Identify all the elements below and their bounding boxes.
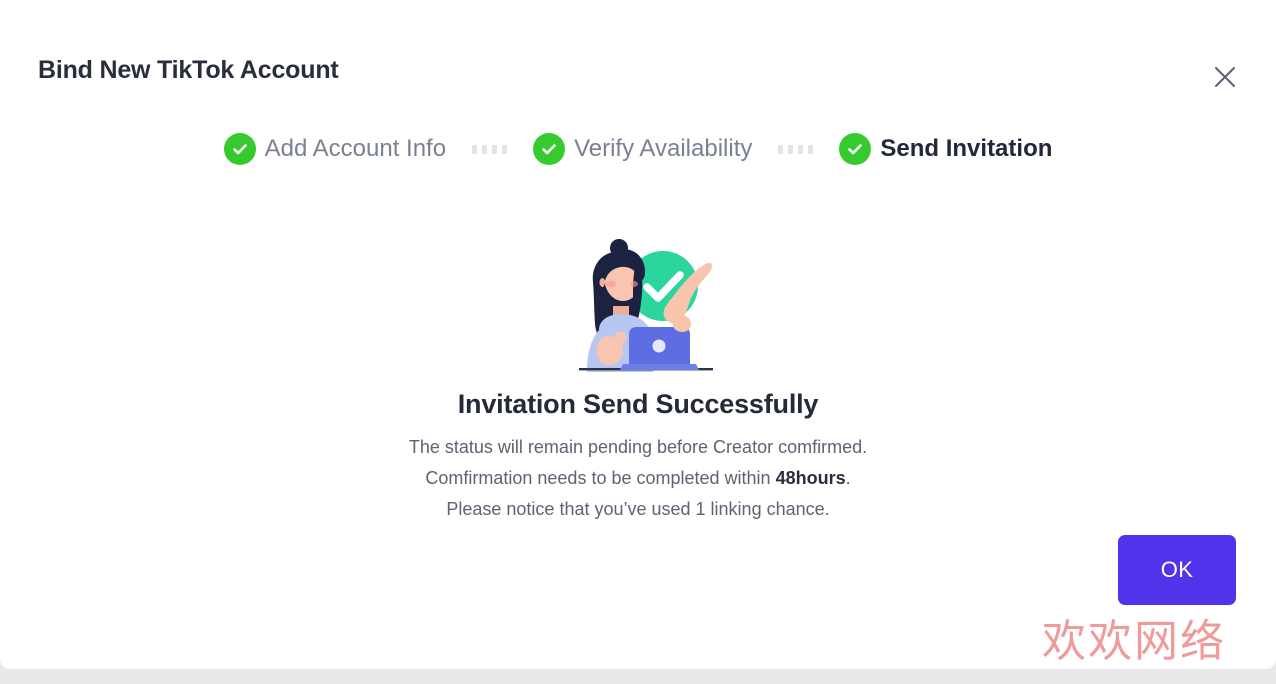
close-icon: [1214, 66, 1236, 88]
check-circle-icon: [839, 133, 872, 165]
check-circle-icon: [533, 133, 566, 165]
description-line-1: The status will remain pending before Cr…: [408, 437, 868, 457]
description-line-2-prefix: Comfirmation needs to be completed withi…: [425, 468, 776, 488]
check-circle-icon: [223, 133, 256, 165]
step-verify-availability[interactable]: Verify Availability: [533, 133, 752, 165]
ok-button[interactable]: OK: [1118, 535, 1236, 605]
step-label: Send Invitation: [880, 135, 1053, 162]
step-send-invitation[interactable]: Send Invitation: [839, 133, 1052, 165]
description-line-2: Comfirmation needs to be completed withi…: [0, 463, 1276, 494]
description-line-3: Please notice that you’ve used 1 linking…: [446, 499, 830, 519]
confirmation-deadline: 48hours: [775, 468, 846, 488]
bind-account-dialog: Bind New TikTok Account Add Account Info: [0, 0, 1276, 669]
step-add-account-info[interactable]: Add Account Info: [223, 133, 447, 165]
success-heading: Invitation Send Successfully: [457, 389, 819, 419]
page-title: Bind New TikTok Account: [38, 56, 339, 84]
step-label: Add Account Info: [264, 135, 447, 162]
success-person-laptop-illustration: [579, 239, 713, 372]
step-connector: [472, 144, 508, 154]
close-button[interactable]: [1208, 60, 1242, 94]
dialog-header: Bind New TikTok Account: [0, 0, 1276, 112]
illustration-container: [0, 238, 1276, 372]
success-description: The status will remain pending before Cr…: [0, 432, 1276, 525]
stepper: Add Account Info Verify Availability Sen…: [0, 131, 1276, 167]
description-line-2-suffix: .: [845, 468, 851, 488]
step-connector: [778, 144, 814, 154]
step-label: Verify Availability: [574, 135, 753, 162]
